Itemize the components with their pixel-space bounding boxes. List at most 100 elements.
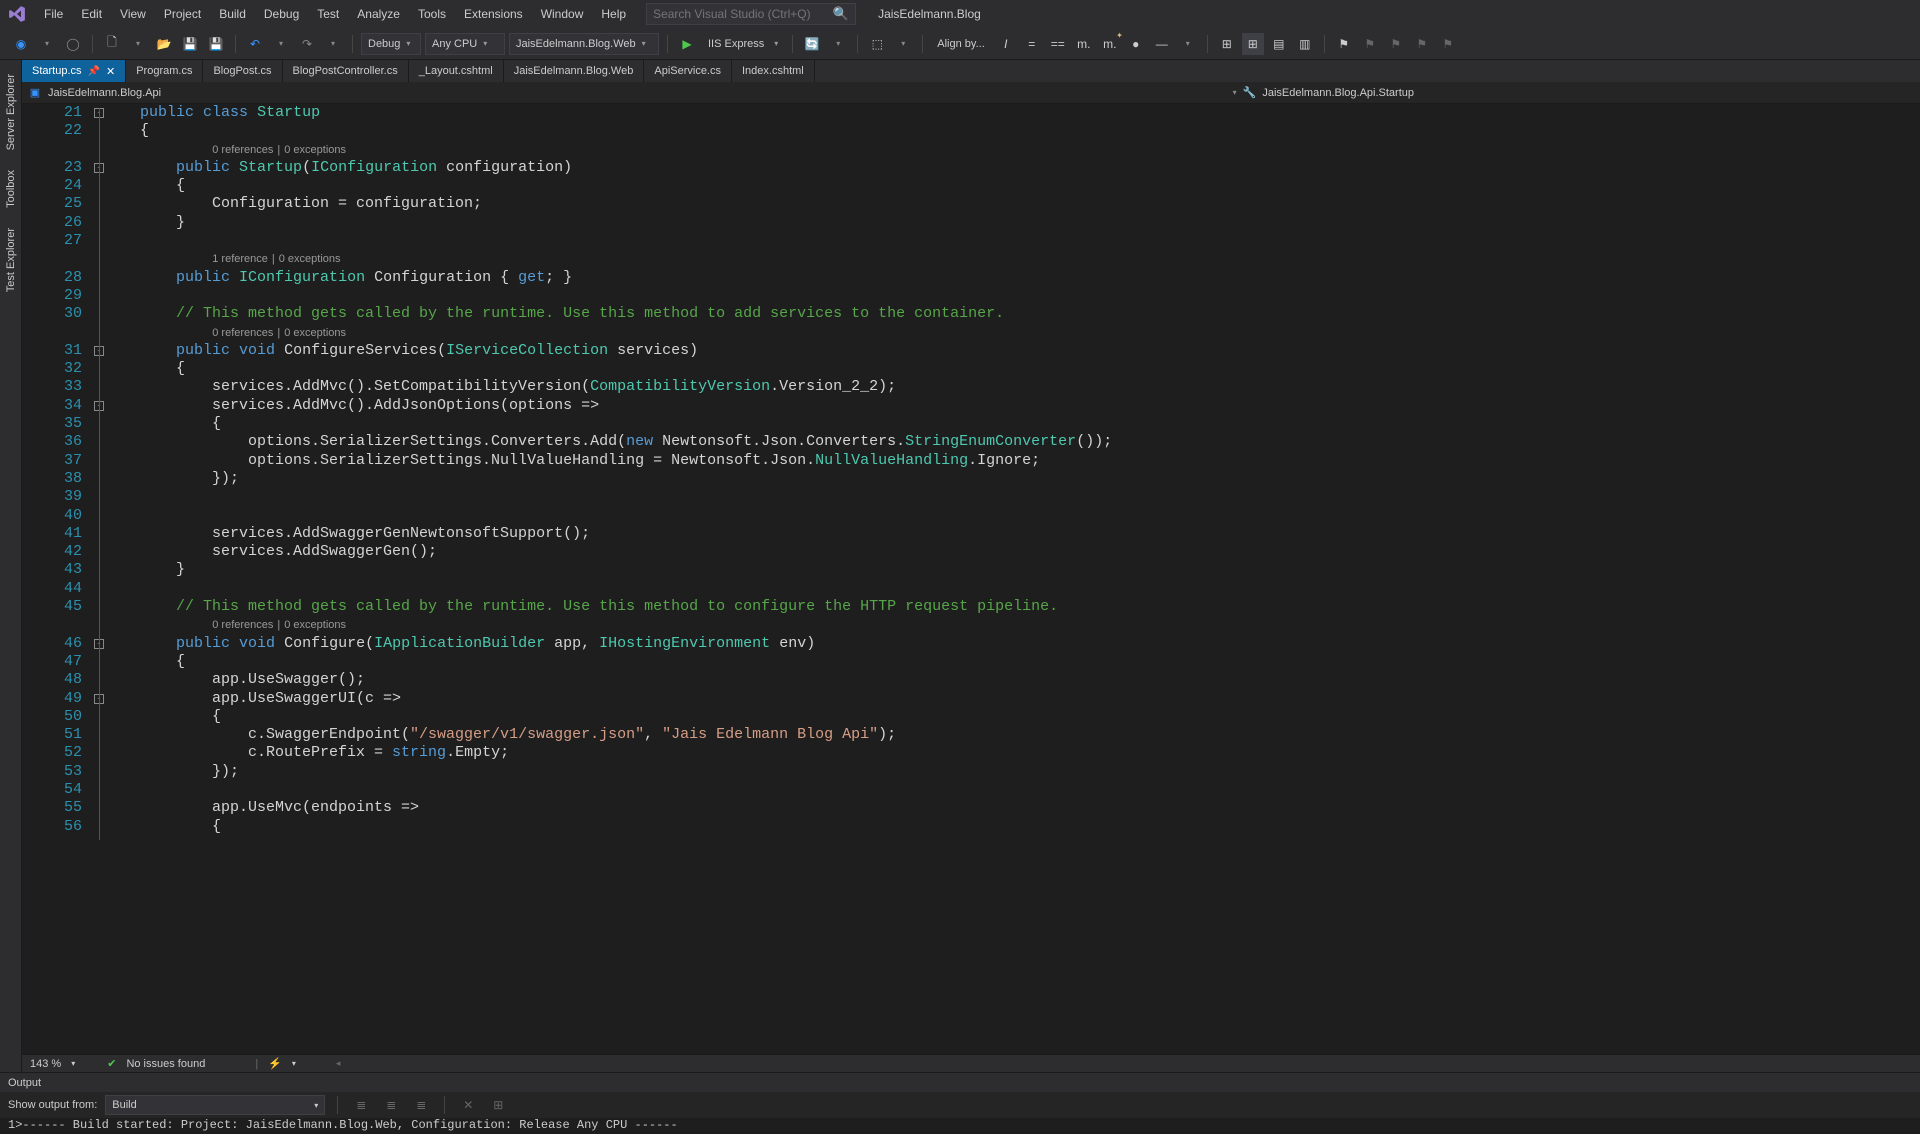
output-content[interactable]: 1>------ Build started: Project: JaisEde… [0, 1118, 1920, 1134]
code-line[interactable]: services.AddMvc().SetCompatibilityVersio… [140, 378, 1920, 396]
code-line[interactable] [140, 232, 1920, 250]
align-icon[interactable]: == [1047, 33, 1069, 55]
browse-icon[interactable]: 🔄 [801, 33, 823, 55]
code-line[interactable]: options.SerializerSettings.NullValueHand… [140, 452, 1920, 470]
doc-tab[interactable]: BlogPost.cs [203, 60, 282, 82]
code-line[interactable]: // This method gets called by the runtim… [140, 305, 1920, 323]
codelens[interactable]: 1 reference|0 exceptions [140, 250, 1920, 268]
code-line[interactable]: { [140, 818, 1920, 836]
output-panel-header[interactable]: Output [0, 1072, 1920, 1092]
menu-view[interactable]: View [112, 3, 154, 25]
sidebar-tab-toolbox[interactable]: Toolbox [3, 160, 19, 218]
align-icon[interactable]: I [995, 33, 1017, 55]
menu-test[interactable]: Test [309, 3, 347, 25]
drop-icon[interactable]: ▾ [1233, 88, 1237, 97]
nav-back-icon[interactable]: ◉ [10, 33, 32, 55]
code-line[interactable] [140, 488, 1920, 506]
doc-tab[interactable]: ApiService.cs [644, 60, 732, 82]
align-icon[interactable]: = [1021, 33, 1043, 55]
code-line[interactable] [140, 287, 1920, 305]
output-wrap-icon[interactable]: ≣ [410, 1094, 432, 1116]
undo-icon[interactable]: ↶ [244, 33, 266, 55]
code-line[interactable]: Configuration = configuration; [140, 195, 1920, 213]
platform-dropdown[interactable]: Any CPU▾ [425, 33, 505, 55]
save-icon[interactable]: 💾 [179, 33, 201, 55]
menu-tools[interactable]: Tools [410, 3, 454, 25]
output-clear-icon[interactable]: ≣ [350, 1094, 372, 1116]
code-line[interactable]: c.RoutePrefix = string.Empty; [140, 744, 1920, 762]
code-line[interactable]: services.AddSwaggerGenNewtonsoftSupport(… [140, 525, 1920, 543]
drop-icon[interactable]: ▾ [1177, 33, 1199, 55]
drop-icon[interactable]: ▾ [827, 33, 849, 55]
menu-build[interactable]: Build [211, 3, 254, 25]
sidebar-tab-test-explorer[interactable]: Test Explorer [3, 218, 19, 302]
code-line[interactable]: { [140, 415, 1920, 433]
code-line[interactable]: { [140, 177, 1920, 195]
code-line[interactable]: }); [140, 470, 1920, 488]
menu-edit[interactable]: Edit [73, 3, 110, 25]
menu-help[interactable]: Help [593, 3, 634, 25]
code-line[interactable]: { [140, 122, 1920, 140]
indent-icon[interactable]: ⊞ [1216, 33, 1238, 55]
menu-debug[interactable]: Debug [256, 3, 307, 25]
nav-back-arrow-icon[interactable]: ▾ [36, 33, 58, 55]
save-all-icon[interactable]: 💾 [205, 33, 227, 55]
indent-icon[interactable]: ⊞ [1242, 33, 1264, 55]
zoom-level[interactable]: 143 % [30, 1058, 61, 1070]
codelens[interactable]: 0 references|0 exceptions [140, 141, 1920, 159]
code-line[interactable] [140, 781, 1920, 799]
drop-icon[interactable]: ▾ [270, 33, 292, 55]
drop-icon[interactable]: ▾ [127, 33, 149, 55]
code-line[interactable]: } [140, 561, 1920, 579]
drop-icon[interactable]: ▾ [892, 33, 914, 55]
doc-tab[interactable]: JaisEdelmann.Blog.Web [504, 60, 645, 82]
output-clear-icon[interactable]: ✕ [457, 1094, 479, 1116]
code-line[interactable]: public class Startup [140, 104, 1920, 122]
zoom-drop-icon[interactable]: ▾ [71, 1059, 75, 1068]
search-input[interactable] [653, 7, 833, 21]
menu-extensions[interactable]: Extensions [456, 3, 531, 25]
run-button[interactable]: IIS Express▾ [702, 33, 784, 55]
new-project-icon[interactable]: 🗋 [101, 33, 123, 55]
code-line[interactable]: app.UseSwagger(); [140, 671, 1920, 689]
code-line[interactable]: { [140, 360, 1920, 378]
close-icon[interactable]: ✕ [106, 65, 115, 78]
issues-label[interactable]: No issues found [126, 1058, 205, 1070]
code-line[interactable]: options.SerializerSettings.Converters.Ad… [140, 433, 1920, 451]
align-icon[interactable]: ● [1125, 33, 1147, 55]
output-source-dropdown[interactable]: Build ▾ [105, 1095, 325, 1115]
align-icon[interactable]: — [1151, 33, 1173, 55]
bookmark-icon[interactable]: ⚑ [1333, 33, 1355, 55]
code-line[interactable]: public Startup(IConfiguration configurat… [140, 159, 1920, 177]
open-icon[interactable]: 📂 [153, 33, 175, 55]
code-line[interactable]: services.AddSwaggerGen(); [140, 543, 1920, 561]
code-text[interactable]: public class Startup{ 0 references|0 exc… [140, 104, 1920, 1054]
menu-window[interactable]: Window [533, 3, 592, 25]
lightning-icon[interactable]: ⚡ [268, 1057, 282, 1070]
redo-icon[interactable]: ↷ [296, 33, 318, 55]
output-toggle-icon[interactable]: ≣ [380, 1094, 402, 1116]
code-line[interactable]: { [140, 708, 1920, 726]
align-by-label[interactable]: Align by... [931, 38, 991, 50]
code-line[interactable]: public void ConfigureServices(IServiceCo… [140, 342, 1920, 360]
bookmark-icon[interactable]: ⚑ [1385, 33, 1407, 55]
quick-search[interactable]: 🔍 [646, 3, 856, 25]
doc-tab[interactable]: BlogPostController.cs [283, 60, 409, 82]
code-line[interactable]: // This method gets called by the runtim… [140, 598, 1920, 616]
menu-file[interactable]: File [36, 3, 71, 25]
outlining-margin[interactable]: ------ [90, 104, 140, 1054]
align-icon[interactable]: m. [1073, 33, 1095, 55]
output-goto-icon[interactable]: ⊞ [487, 1094, 509, 1116]
code-line[interactable]: public IConfiguration Configuration { ge… [140, 269, 1920, 287]
ext-icon[interactable]: ⬚ [866, 33, 888, 55]
doc-tab[interactable]: Startup.cs📌✕ [22, 60, 126, 82]
doc-tab[interactable]: Index.cshtml [732, 60, 815, 82]
config-dropdown[interactable]: Debug▾ [361, 33, 421, 55]
code-line[interactable] [140, 507, 1920, 525]
drop-icon[interactable]: ▾ [292, 1059, 296, 1068]
pin-icon[interactable]: 📌 [88, 66, 100, 77]
code-line[interactable]: } [140, 214, 1920, 232]
codelens[interactable]: 0 references|0 exceptions [140, 616, 1920, 634]
code-line[interactable]: services.AddMvc().AddJsonOptions(options… [140, 397, 1920, 415]
nav-class[interactable]: JaisEdelmann.Blog.Api.Startup [1262, 87, 1414, 99]
